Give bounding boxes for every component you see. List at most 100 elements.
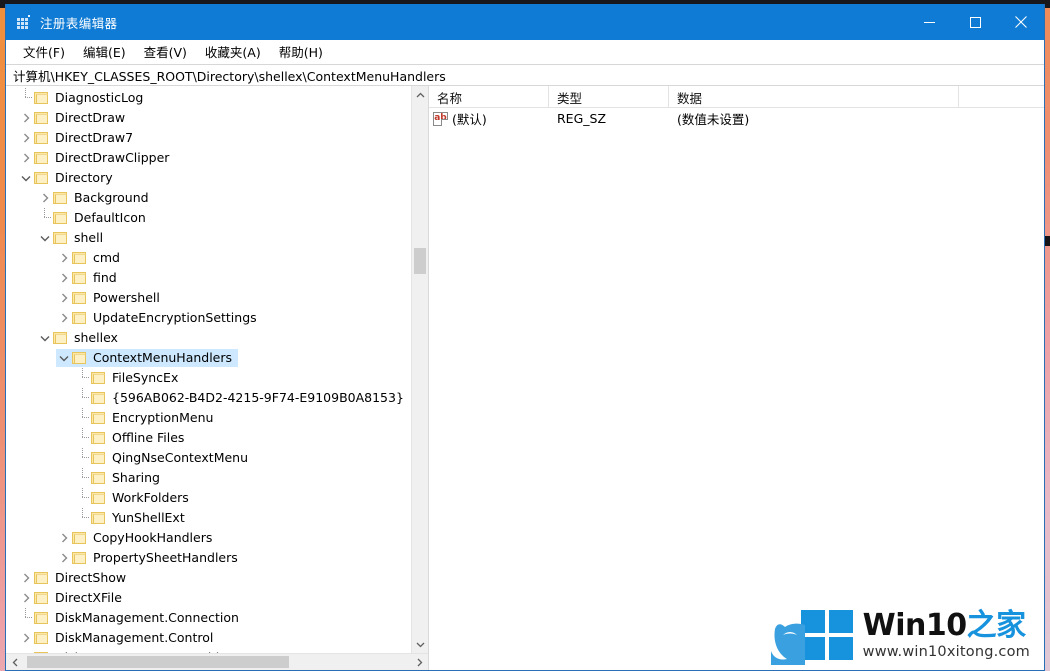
values-list[interactable]: ab (默认) REG_SZ (数值未设置)	[429, 108, 1044, 670]
tree-item[interactable]: Directory	[6, 168, 411, 188]
tree-item[interactable]: DiskManagement.Control	[6, 628, 411, 648]
scroll-down-icon[interactable]	[412, 636, 428, 653]
tree-item[interactable]: UpdateEncryptionSettings	[6, 308, 411, 328]
tree-item[interactable]: find	[6, 268, 411, 288]
folder-icon	[91, 411, 107, 425]
chevron-down-icon[interactable]	[56, 350, 72, 366]
maximize-button[interactable]	[952, 4, 998, 40]
tree-item[interactable]: QingNseContextMenu	[6, 448, 411, 468]
tree-item[interactable]: Sharing	[6, 468, 411, 488]
tree-item-highlight: DirectDrawClipper	[18, 149, 175, 167]
chevron-right-icon[interactable]	[56, 290, 72, 306]
menu-bar: 文件(F) 编辑(E) 查看(V) 收藏夹(A) 帮助(H)	[6, 40, 1044, 64]
tree-item-highlight: DirectDraw	[18, 109, 131, 127]
value-row[interactable]: ab (默认) REG_SZ (数值未设置)	[429, 108, 1044, 129]
tree-connector	[75, 428, 91, 448]
chevron-down-icon[interactable]	[18, 170, 34, 186]
registry-tree[interactable]: DiagnosticLog DirectDraw DirectDraw7 Direct…	[6, 86, 411, 653]
tree-item[interactable]: DirectDraw7	[6, 128, 411, 148]
value-type: REG_SZ	[557, 111, 607, 126]
chevron-right-icon[interactable]	[18, 590, 34, 606]
folder-icon	[72, 551, 88, 565]
tree-item[interactable]: Background	[6, 188, 411, 208]
chevron-right-icon[interactable]	[56, 550, 72, 566]
chevron-right-icon[interactable]	[18, 110, 34, 126]
chevron-right-icon[interactable]	[37, 190, 53, 206]
close-button[interactable]	[998, 4, 1044, 40]
menu-help[interactable]: 帮助(H)	[270, 40, 332, 63]
column-header-data[interactable]: 数据	[669, 86, 959, 108]
tree-item[interactable]: DiskManagement.Connection	[6, 608, 411, 628]
minimize-button[interactable]	[906, 4, 952, 40]
tree-item[interactable]: DirectDrawClipper	[6, 148, 411, 168]
tree-item-highlight: Offline Files	[75, 428, 190, 448]
scroll-right-icon[interactable]	[411, 654, 428, 670]
tree-item[interactable]: DirectXFile	[6, 588, 411, 608]
tree-item[interactable]: EncryptionMenu	[6, 408, 411, 428]
tree-item[interactable]: CopyHookHandlers	[6, 528, 411, 548]
scroll-up-icon[interactable]	[412, 86, 428, 103]
tree-item-highlight: shell	[37, 229, 109, 247]
tree-item-label: PropertySheetHandlers	[93, 549, 238, 565]
tree-item-label: DirectShow	[55, 569, 127, 585]
menu-view[interactable]: 查看(V)	[135, 40, 196, 63]
chevron-right-icon[interactable]	[18, 630, 34, 646]
tree-horizontal-scrollbar[interactable]	[6, 653, 428, 670]
tree-item[interactable]: shell	[6, 228, 411, 248]
tree-item[interactable]: DefaultIcon	[6, 208, 411, 228]
tree-item-label: DiskManagement.Control	[55, 629, 214, 645]
tree-item[interactable]: YunShellExt	[6, 508, 411, 528]
chevron-right-icon[interactable]	[18, 150, 34, 166]
tree-item[interactable]: ContextMenuHandlers	[6, 348, 411, 368]
tree-item[interactable]: FileSyncEx	[6, 368, 411, 388]
tree-item[interactable]: DiagnosticLog	[6, 88, 411, 108]
tree-vscroll-thumb[interactable]	[414, 248, 426, 274]
tree-item[interactable]: Powershell	[6, 288, 411, 308]
tree-item[interactable]: WorkFolders	[6, 488, 411, 508]
tree-item[interactable]: shellex	[6, 328, 411, 348]
chevron-right-icon[interactable]	[56, 530, 72, 546]
tree-item-highlight: DiskManagement.Control	[18, 629, 219, 647]
menu-favorites[interactable]: 收藏夹(A)	[196, 40, 270, 63]
tree-item[interactable]: DirectShow	[6, 568, 411, 588]
column-header-name[interactable]: 名称	[429, 86, 549, 108]
tree-connector	[75, 508, 91, 528]
chevron-down-icon[interactable]	[37, 230, 53, 246]
menu-edit[interactable]: 编辑(E)	[74, 40, 135, 63]
tree-item-label: ContextMenuHandlers	[93, 349, 233, 365]
column-header-type[interactable]: 类型	[549, 86, 669, 108]
tree-item-label: DiskManagement.Connection	[55, 609, 239, 625]
tree-item-label: cmd	[93, 249, 120, 265]
tree-hscroll-thumb[interactable]	[27, 656, 289, 668]
menu-file[interactable]: 文件(F)	[14, 40, 74, 63]
tree-item[interactable]: PropertySheetHandlers	[6, 548, 411, 568]
scroll-left-icon[interactable]	[6, 654, 23, 670]
folder-icon	[91, 471, 107, 485]
tree-vertical-scrollbar[interactable]	[411, 86, 428, 653]
chevron-right-icon[interactable]	[18, 130, 34, 146]
tree-vscroll-track[interactable]	[412, 103, 428, 636]
tree-item-highlight: DirectXFile	[18, 589, 128, 607]
tree-item[interactable]: {596AB062-B4D2-4215-9F74-E9109B0A8153}	[6, 388, 411, 408]
chevron-right-icon[interactable]	[56, 310, 72, 326]
chevron-right-icon[interactable]	[56, 250, 72, 266]
folder-icon	[34, 631, 50, 645]
chevron-right-icon[interactable]	[18, 570, 34, 586]
tree-item[interactable]: Offline Files	[6, 428, 411, 448]
tree-item-highlight: DiskManagement.Connection	[18, 608, 245, 627]
folder-icon	[34, 571, 50, 585]
tree-item[interactable]: DirectDraw	[6, 108, 411, 128]
tree-item-label: Background	[74, 189, 149, 205]
folder-icon	[72, 251, 88, 265]
watermark-url: www.win10xitong.com	[862, 643, 1030, 660]
tree-item[interactable]: cmd	[6, 248, 411, 268]
tree-hscroll-track[interactable]	[23, 654, 411, 670]
address-bar[interactable]: 计算机\HKEY_CLASSES_ROOT\Directory\shellex\…	[6, 64, 1044, 86]
chevron-right-icon[interactable]	[56, 270, 72, 286]
chevron-down-icon[interactable]	[37, 330, 53, 346]
tree-item-label: shell	[74, 229, 104, 245]
value-data: (数值未设置)	[677, 112, 750, 127]
